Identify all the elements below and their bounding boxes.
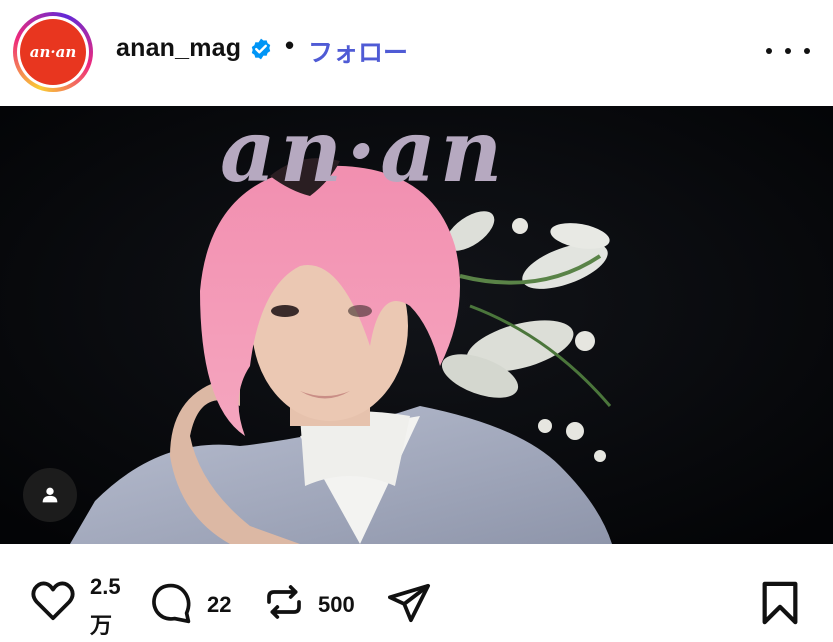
comment-count: 22 [207, 592, 232, 617]
user-tag-button[interactable] [23, 468, 77, 522]
like-count-unit: 万 [90, 613, 113, 638]
post-header: an·an anan_mag • フォロー [0, 0, 833, 106]
action-bar: 2.5 万 22 500 [0, 544, 833, 642]
magazine-logo-text: an·an [220, 116, 506, 196]
like-count-number: 2.5 [90, 574, 121, 599]
post-media[interactable]: an·an [0, 106, 833, 544]
more-dot [785, 48, 791, 54]
follow-button[interactable]: フォロー [308, 33, 408, 69]
repost-count: 500 [318, 592, 355, 617]
bookmark-icon[interactable] [760, 580, 800, 626]
avatar-story-ring[interactable]: an·an [13, 12, 93, 92]
magazine-logo: an·an [220, 116, 506, 196]
username[interactable]: anan_mag [116, 34, 241, 63]
verified-badge-icon [251, 38, 271, 60]
comment-icon[interactable] [148, 581, 194, 625]
heart-icon[interactable] [30, 580, 76, 622]
more-dot [804, 48, 810, 54]
avatar[interactable]: an·an [20, 19, 86, 85]
avatar-text: an·an [29, 43, 77, 61]
repost-icon[interactable] [264, 582, 304, 622]
share-icon[interactable] [386, 582, 432, 624]
person-icon [42, 487, 58, 503]
more-options-icon[interactable] [766, 36, 810, 66]
avatar-gap: an·an [17, 16, 89, 88]
more-dot [766, 48, 772, 54]
separator-dot: • [285, 30, 295, 60]
